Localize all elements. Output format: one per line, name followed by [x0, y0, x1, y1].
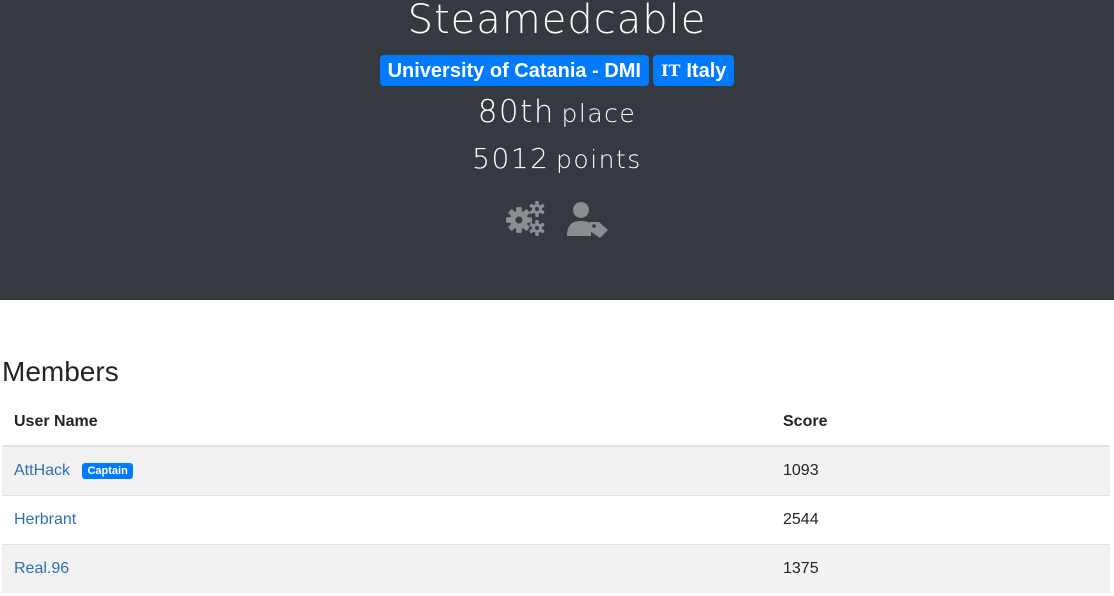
score-cell: 1093: [771, 445, 1110, 495]
team-points: 5012 points: [0, 142, 1114, 175]
cogs-icon[interactable]: [504, 200, 548, 238]
user-link[interactable]: Real.96: [14, 560, 69, 577]
country-label: Italy: [686, 59, 727, 82]
place-number: 80th: [477, 94, 555, 130]
username-cell: Herbrant: [2, 494, 771, 544]
user-link[interactable]: Herbrant: [14, 511, 76, 528]
column-header-username[interactable]: User Name: [2, 398, 771, 447]
team-name: Steamedcable: [407, 0, 707, 43]
user-tag-icon[interactable]: [566, 200, 610, 238]
score-cell: 1375: [771, 543, 1110, 593]
team-icons: [0, 200, 1114, 238]
points-label: points: [556, 145, 642, 174]
team-badges: University of Catania - DMI IT Italy: [0, 55, 1114, 86]
flag-icon: IT: [660, 60, 681, 80]
table-row: AttHack Captain 1093: [2, 445, 1110, 495]
captain-badge: Captain: [82, 462, 133, 479]
members-table: User Name Score AttHack Captain 1093 Her…: [2, 398, 1110, 593]
table-row: Herbrant 2544: [2, 494, 1110, 544]
place-label: place: [561, 99, 637, 128]
username-cell: AttHack Captain: [2, 445, 771, 495]
username-cell: Real.96: [2, 543, 771, 593]
team-place: 80th place: [0, 94, 1114, 130]
table-row: Real.96 1375: [2, 543, 1110, 593]
user-link[interactable]: AttHack: [14, 462, 70, 479]
score-cell: 2544: [771, 494, 1110, 544]
team-header: Steamedcable University of Catania - DMI…: [0, 0, 1114, 300]
points-number: 5012: [472, 142, 550, 175]
country-badge: IT Italy: [652, 55, 735, 86]
members-heading: Members: [2, 356, 119, 387]
column-header-score[interactable]: Score: [771, 398, 1110, 447]
affiliation-badge: University of Catania - DMI: [379, 55, 649, 86]
table-header-row: User Name Score: [2, 398, 1110, 447]
